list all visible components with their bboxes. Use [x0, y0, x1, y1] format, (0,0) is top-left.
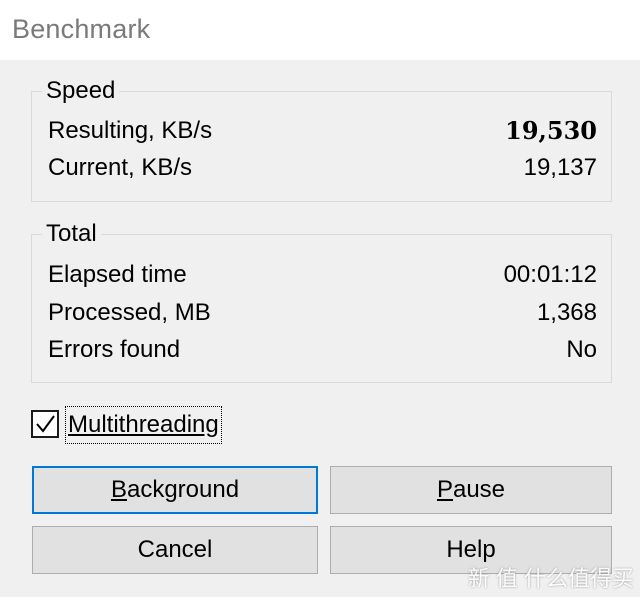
multithreading-label[interactable]: Multithreading — [65, 406, 222, 444]
speed-group: Speed Resulting, KB/s 19,530 Current, KB… — [31, 76, 612, 202]
processed-value: 1,368 — [536, 299, 597, 326]
errors-found-value: No — [566, 336, 597, 363]
resulting-speed-row: Resulting, KB/s 19,530 — [48, 114, 597, 148]
watermark-text: 新 值 什么值得买 — [467, 566, 634, 591]
multithreading-checkbox[interactable] — [31, 410, 59, 438]
window-title: Benchmark — [12, 14, 151, 44]
pause-button[interactable]: Pause — [330, 466, 612, 514]
elapsed-time-row: Elapsed time 00:01:12 — [48, 258, 597, 292]
resulting-speed-label: Resulting, KB/s — [48, 117, 213, 144]
errors-found-label: Errors found — [48, 336, 181, 363]
total-group: Total Elapsed time 00:01:12 Processed, M… — [31, 219, 612, 383]
title-bar: Benchmark — [0, 0, 640, 60]
pause-mnemonic: P — [436, 476, 453, 503]
resulting-speed-value: 19,530 — [505, 116, 597, 145]
errors-found-row: Errors found No — [48, 333, 597, 367]
elapsed-time-label: Elapsed time — [48, 261, 187, 288]
pause-label-rest: ause — [452, 476, 506, 503]
speed-group-label: Speed — [42, 76, 120, 106]
background-button[interactable]: Background — [32, 466, 318, 514]
elapsed-time-value: 00:01:12 — [503, 261, 597, 288]
processed-row: Processed, MB 1,368 — [48, 296, 597, 330]
background-mnemonic: B — [110, 476, 127, 503]
background-label-rest: ackground — [126, 476, 240, 503]
checkmark-icon — [36, 415, 55, 433]
total-group-label: Total — [42, 219, 101, 249]
current-speed-row: Current, KB/s 19,137 — [48, 151, 597, 185]
processed-label: Processed, MB — [48, 299, 211, 326]
current-speed-label: Current, KB/s — [48, 154, 193, 181]
cancel-button[interactable]: Cancel — [32, 526, 318, 574]
current-speed-value: 19,137 — [523, 154, 597, 181]
